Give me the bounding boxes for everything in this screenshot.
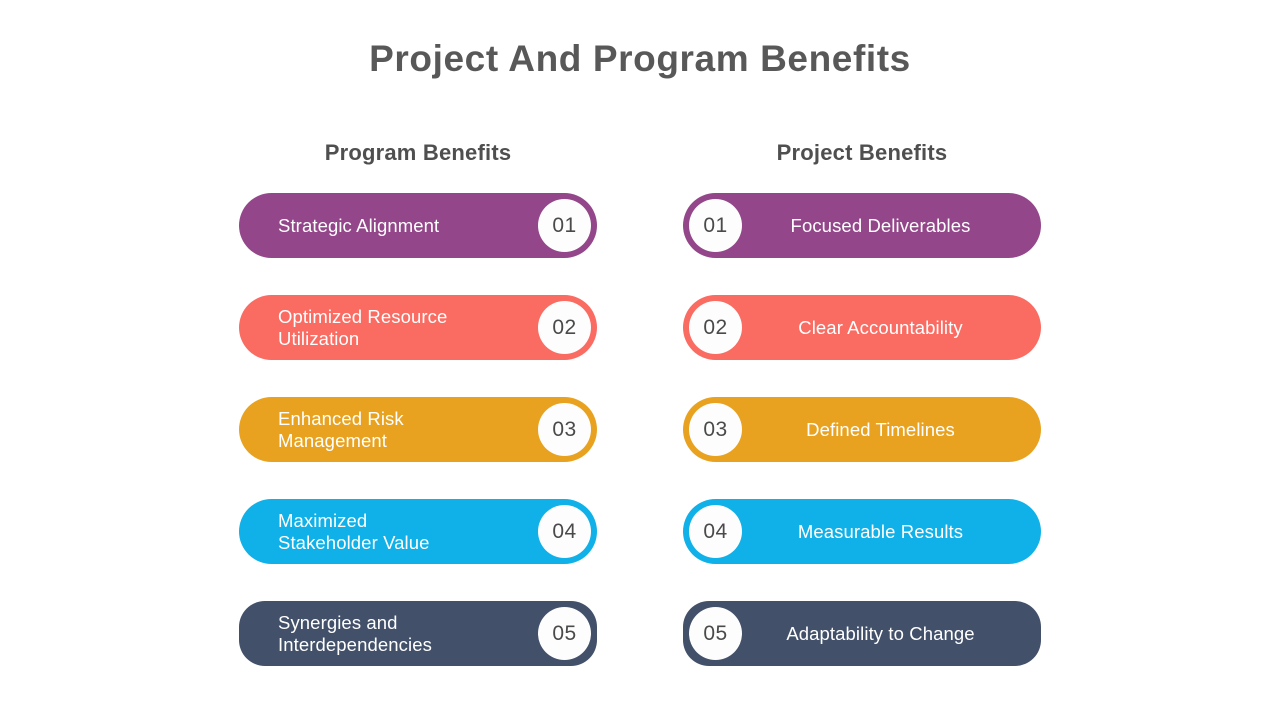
- benefit-number-badge: 03: [689, 403, 742, 456]
- benefits-columns: Program Benefits Strategic Alignment 01 …: [0, 140, 1280, 666]
- benefit-number-badge: 01: [538, 199, 591, 252]
- benefit-item[interactable]: Clear Accountability 02: [683, 295, 1041, 360]
- column-heading-project: Project Benefits: [776, 140, 948, 165]
- benefit-item[interactable]: Adaptability to Change 05: [683, 601, 1041, 666]
- benefit-label: Enhanced Risk Management: [278, 407, 404, 451]
- benefit-label: Focused Deliverables: [790, 214, 971, 236]
- benefit-item[interactable]: Strategic Alignment 01: [239, 193, 597, 258]
- column-heading-program: Program Benefits: [324, 140, 512, 165]
- benefit-item[interactable]: Defined Timelines 03: [683, 397, 1041, 462]
- benefit-number-badge: 04: [689, 505, 742, 558]
- benefit-item[interactable]: Focused Deliverables 01: [683, 193, 1041, 258]
- benefit-label: Synergies and Interdependencies: [278, 611, 432, 655]
- benefit-number-badge: 05: [538, 607, 591, 660]
- benefit-number-badge: 01: [689, 199, 742, 252]
- column-project-benefits: Project Benefits Focused Deliverables 01…: [683, 140, 1041, 666]
- benefit-label: Strategic Alignment: [278, 214, 440, 236]
- benefit-number-badge: 02: [689, 301, 742, 354]
- benefit-item[interactable]: Measurable Results 04: [683, 499, 1041, 564]
- benefit-number-badge: 02: [538, 301, 591, 354]
- column-program-benefits: Program Benefits Strategic Alignment 01 …: [239, 140, 597, 666]
- slide-canvas: Project And Program Benefits Program Ben…: [0, 0, 1280, 720]
- benefit-item[interactable]: Optimized Resource Utilization 02: [239, 295, 597, 360]
- benefit-item[interactable]: Enhanced Risk Management 03: [239, 397, 597, 462]
- benefit-label: Clear Accountability: [798, 316, 963, 338]
- benefit-item[interactable]: Synergies and Interdependencies 05: [239, 601, 597, 666]
- benefit-label: Maximized Stakeholder Value: [278, 509, 430, 553]
- benefit-label: Optimized Resource Utilization: [278, 305, 448, 349]
- page-title: Project And Program Benefits: [369, 38, 911, 79]
- benefit-item[interactable]: Maximized Stakeholder Value 04: [239, 499, 597, 564]
- benefit-label: Measurable Results: [797, 520, 964, 542]
- benefit-label: Adaptability to Change: [786, 622, 975, 644]
- benefit-number-badge: 05: [689, 607, 742, 660]
- benefit-label: Defined Timelines: [806, 418, 955, 440]
- benefit-number-badge: 03: [538, 403, 591, 456]
- benefit-number-badge: 04: [538, 505, 591, 558]
